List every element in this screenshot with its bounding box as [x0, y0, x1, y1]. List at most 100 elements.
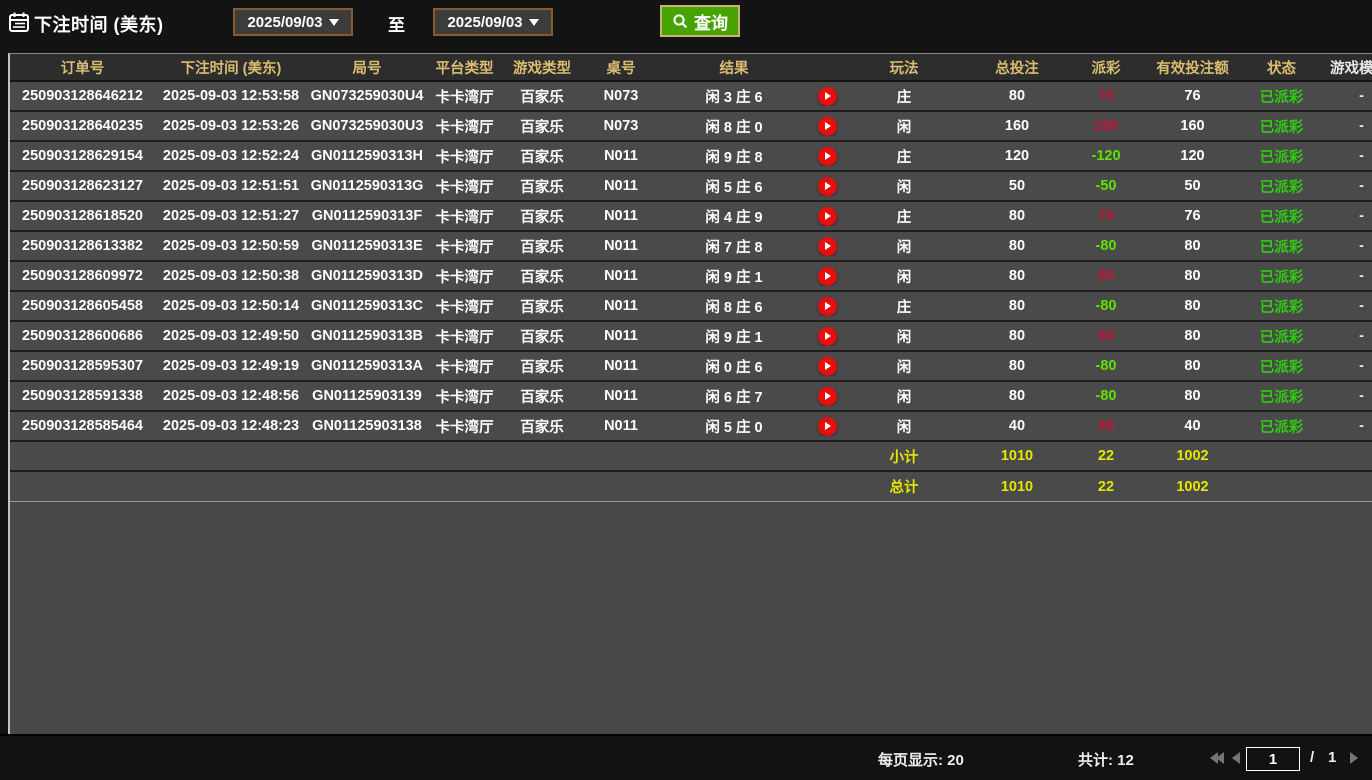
- cell-game-mode: -: [1318, 298, 1372, 314]
- cell-replay: [808, 357, 846, 376]
- replay-play-icon[interactable]: [818, 357, 837, 376]
- dropdown-caret-icon: [329, 19, 339, 26]
- subtotal-row-valid-bet: 1002: [1140, 448, 1245, 464]
- header-payout: 派彩: [1072, 57, 1140, 78]
- cell-bet-time: 2025-09-03 12:53:58: [155, 88, 307, 104]
- cell-payout: 80: [1072, 328, 1140, 344]
- cell-round-no: GN01125903138: [307, 418, 427, 434]
- cell-valid-bet: 50: [1140, 178, 1245, 194]
- cell-result: 闲 9 庄 1: [660, 326, 808, 347]
- cell-payout: -120: [1072, 148, 1140, 164]
- cell-replay: [808, 297, 846, 316]
- bet-records-table: 订单号下注时间 (美东)局号平台类型游戏类型桌号结果玩法总投注派彩有效投注额状态…: [8, 53, 1372, 734]
- cell-payout: -50: [1072, 178, 1140, 194]
- prev-page-button[interactable]: [1232, 752, 1240, 764]
- cell-table-no: N011: [582, 418, 660, 434]
- cell-platform-type: 卡卡湾厅: [427, 326, 502, 347]
- cell-game-type: 百家乐: [502, 206, 582, 227]
- replay-play-icon[interactable]: [818, 177, 837, 196]
- cell-payout: 76: [1072, 208, 1140, 224]
- cell-result: 闲 7 庄 8: [660, 236, 808, 257]
- header-table-no: 桌号: [582, 57, 660, 78]
- date-to-select[interactable]: 2025/09/03: [433, 8, 553, 36]
- replay-play-icon[interactable]: [818, 387, 837, 406]
- cell-game-type: 百家乐: [502, 296, 582, 317]
- replay-play-icon[interactable]: [818, 417, 837, 436]
- next-page-button[interactable]: [1350, 752, 1358, 764]
- cell-platform-type: 卡卡湾厅: [427, 206, 502, 227]
- calendar-icon: [8, 11, 30, 33]
- grand-total-row-payout: 22: [1072, 479, 1140, 495]
- cell-result: 闲 0 庄 6: [660, 356, 808, 377]
- replay-play-icon[interactable]: [818, 237, 837, 256]
- page-separator: /: [1310, 749, 1314, 766]
- replay-play-icon[interactable]: [818, 327, 837, 346]
- cell-platform-type: 卡卡湾厅: [427, 296, 502, 317]
- cell-bet-time: 2025-09-03 12:50:59: [155, 238, 307, 254]
- replay-play-icon[interactable]: [818, 147, 837, 166]
- cell-payout: -80: [1072, 298, 1140, 314]
- cell-bet-time: 2025-09-03 12:52:24: [155, 148, 307, 164]
- header-platform-type: 平台类型: [427, 57, 502, 78]
- cell-round-no: GN0112590313G: [307, 178, 427, 194]
- table-row: 2509031285953072025-09-03 12:49:19GN0112…: [10, 352, 1372, 382]
- header-game-type: 游戏类型: [502, 57, 582, 78]
- replay-play-icon[interactable]: [818, 267, 837, 286]
- page-number-input[interactable]: [1246, 747, 1300, 771]
- replay-play-icon[interactable]: [818, 117, 837, 136]
- cell-valid-bet: 40: [1140, 418, 1245, 434]
- cell-round-no: GN0112590313B: [307, 328, 427, 344]
- subtotal-row: 小计1010221002: [10, 442, 1372, 472]
- date-from-select[interactable]: 2025/09/03: [233, 8, 353, 36]
- cell-order-no: 250903128585464: [10, 418, 155, 434]
- subtotal-row-payout: 22: [1072, 448, 1140, 464]
- cell-bet-time: 2025-09-03 12:50:38: [155, 268, 307, 284]
- cell-status: 已派彩: [1245, 416, 1318, 437]
- cell-round-no: GN0112590313E: [307, 238, 427, 254]
- table-row: 2509031286006862025-09-03 12:49:50GN0112…: [10, 322, 1372, 352]
- grand-total-row-bet-type: 总计: [846, 476, 962, 497]
- query-button[interactable]: 查询: [660, 5, 740, 37]
- to-label: 至: [388, 11, 405, 36]
- replay-play-icon[interactable]: [818, 87, 837, 106]
- cell-game-mode: -: [1318, 148, 1372, 164]
- cell-round-no: GN01125903139: [307, 388, 427, 404]
- cell-round-no: GN073259030U3: [307, 118, 427, 134]
- table-row: 2509031285913382025-09-03 12:48:56GN0112…: [10, 382, 1372, 412]
- cell-payout: 76: [1072, 88, 1140, 104]
- cell-total-bet: 80: [962, 268, 1072, 284]
- cell-valid-bet: 76: [1140, 208, 1245, 224]
- total-count-label: 共计: 12: [1078, 749, 1134, 770]
- cell-valid-bet: 80: [1140, 298, 1245, 314]
- cell-order-no: 250903128640235: [10, 118, 155, 134]
- cell-order-no: 250903128618520: [10, 208, 155, 224]
- cell-status: 已派彩: [1245, 86, 1318, 107]
- cell-total-bet: 80: [962, 208, 1072, 224]
- cell-game-type: 百家乐: [502, 326, 582, 347]
- replay-play-icon[interactable]: [818, 297, 837, 316]
- cell-total-bet: 80: [962, 88, 1072, 104]
- cell-platform-type: 卡卡湾厅: [427, 386, 502, 407]
- grand-total-row-valid-bet: 1002: [1140, 479, 1245, 495]
- table-row: 2509031286185202025-09-03 12:51:27GN0112…: [10, 202, 1372, 232]
- cell-round-no: GN073259030U4: [307, 88, 427, 104]
- cell-round-no: GN0112590313A: [307, 358, 427, 374]
- cell-result: 闲 4 庄 9: [660, 206, 808, 227]
- cell-result: 闲 5 庄 6: [660, 176, 808, 197]
- cell-bet-time: 2025-09-03 12:51:51: [155, 178, 307, 194]
- first-page-button[interactable]: [1210, 752, 1224, 764]
- cell-total-bet: 120: [962, 148, 1072, 164]
- replay-play-icon[interactable]: [818, 207, 837, 226]
- cell-replay: [808, 177, 846, 196]
- header-bet-type: 玩法: [846, 57, 962, 78]
- table-row: 2509031286099722025-09-03 12:50:38GN0112…: [10, 262, 1372, 292]
- cell-valid-bet: 80: [1140, 358, 1245, 374]
- cell-table-no: N011: [582, 358, 660, 374]
- cell-game-mode: -: [1318, 118, 1372, 134]
- cell-valid-bet: 160: [1140, 118, 1245, 134]
- date-to-value: 2025/09/03: [447, 14, 522, 31]
- cell-replay: [808, 147, 846, 166]
- table-row: 2509031286462122025-09-03 12:53:58GN0732…: [10, 82, 1372, 112]
- date-from-value: 2025/09/03: [247, 14, 322, 31]
- cell-table-no: N073: [582, 118, 660, 134]
